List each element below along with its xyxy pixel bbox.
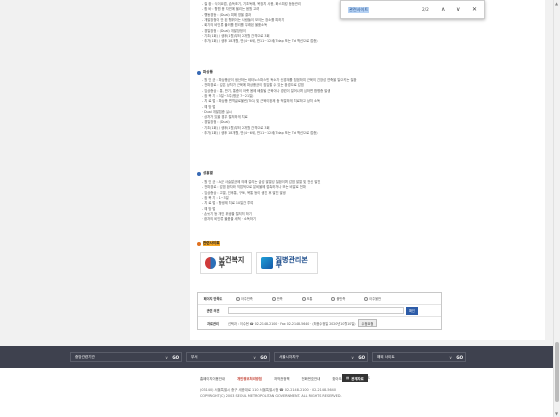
chevron-down-icon: ∨ [253, 355, 256, 360]
radio-icon[interactable] [364, 296, 369, 301]
radio-icon[interactable] [331, 296, 336, 301]
department-select[interactable]: 부서 ∨ GO [186, 352, 270, 362]
find-previous-icon[interactable]: ∧ [441, 6, 445, 13]
page-scrollbar[interactable]: ▲ ▼ [553, 0, 560, 417]
footer-address: (03140) 서울특별시 중구 세종대로 110 서울특별시청 ☎ 02-21… [200, 388, 336, 392]
radio-icon[interactable] [271, 296, 276, 301]
survey-opinion-row: 관련 의견 확인 [198, 305, 441, 317]
kcdc-logo-icon [261, 257, 273, 269]
detail-line: - 치 료 법 : 파상풍 면역글로불린(TIG) 및 근육이완제 등 적절하게… [202, 99, 321, 104]
footer-link[interactable]: 개인정보처리방침 [237, 376, 262, 381]
find-match-count: 2/2 [422, 7, 429, 12]
chevron-down-icon: ∨ [449, 355, 452, 360]
footer-link[interactable]: 전화번호안내 [302, 376, 321, 381]
site-footer: 홈페이지이용안내개인정보처리방침저작권정책전화번호안내찾아오시는길RSS ▤ 관… [0, 368, 560, 417]
scroll-up-icon[interactable]: ▲ [555, 1, 558, 6]
close-icon[interactable]: ✕ [472, 6, 477, 13]
scroll-down-icon[interactable]: ▼ [555, 411, 558, 416]
detail-line: · 추가(1회) / 생후 18개월, 만(4~6세, 만11~12세(Tdap… [202, 39, 318, 44]
chevron-down-icon: ∨ [351, 355, 354, 360]
rating-option[interactable]: 아주만족 [236, 296, 253, 301]
rating-option[interactable]: 보통 [301, 296, 312, 301]
footer-link[interactable]: 홈페이지이용안내 [200, 376, 225, 381]
overseas-sites-select[interactable]: 해외 사이트 ∨ GO [372, 352, 466, 362]
edit-request-button[interactable]: 수정요청 [357, 319, 378, 327]
main-content: - 질 환 : 식이요법, 습득조기, 기초독해, 목장치 사용, 화스피킹 등… [190, 0, 545, 340]
document-icon: ▤ [346, 376, 350, 380]
detail-line: · 추가(1회) / 생후 18개월, 만(4~6세, 만11~12세(Tdap… [202, 131, 318, 135]
survey-rating-row: 페이지 만족도 아주만족 만족 보통 불만족 아주불만 [198, 293, 441, 305]
footer-copyright: COPYRIGHT(C) 2003 SEOUL METROPOLITAN GOV… [200, 394, 342, 398]
banner-mohw[interactable]: 보건복지부 [200, 252, 252, 274]
section-title-tetanus: 파상풍 [197, 70, 213, 75]
rating-option[interactable]: 만족 [271, 296, 283, 301]
district-select[interactable]: 서울시자치구 ∨ GO [274, 352, 368, 362]
related-materials-button[interactable]: ▤ 관계자료 [342, 374, 368, 382]
related-agencies-select[interactable]: 중앙관련기관 ∨ GO [70, 352, 182, 362]
radio-icon[interactable] [236, 296, 240, 301]
bullet-icon [197, 241, 201, 246]
survey-contact-row: 자료관리 선택과 : 이수현 ☎ 02-2148-2100 · Fax 02-2… [198, 317, 441, 329]
rating-option[interactable]: 아주불만 [364, 296, 381, 301]
banner-kcdc[interactable]: 질병관리본부 [256, 252, 318, 274]
mohw-logo-icon [205, 257, 216, 269]
submit-button[interactable]: 확인 [406, 306, 418, 315]
footer-link[interactable]: 저작권정책 [274, 376, 290, 381]
bullet-icon [197, 70, 201, 75]
detail-line: · 환자의 비인류 물품을 세척 · 소독하기 [202, 217, 256, 222]
rating-options: 아주만족 만족 보통 불만족 아주불만 [236, 296, 400, 301]
satisfaction-survey: 페이지 만족도 아주만족 만족 보통 불만족 아주불만 관련 의견 확인 자료관리 선택… [197, 292, 442, 330]
find-in-page-bar: 관련사이트 2/2 ∧ ∨ ✕ [340, 0, 485, 19]
find-input[interactable]: 관련사이트 [348, 6, 370, 13]
section-title-scarlet-fever: 성홍열 [197, 171, 213, 176]
chevron-down-icon: ∨ [165, 355, 168, 360]
opinion-input[interactable] [228, 307, 404, 314]
section-title-related-sites: 관련사이트 [197, 241, 220, 247]
radio-icon[interactable] [301, 296, 306, 301]
bullet-icon [197, 171, 201, 176]
footer-select-bar: 중앙관련기관 ∨ GO 부서 ∨ GO 서울시자치구 ∨ GO 해외 사이트 ∨… [0, 346, 560, 368]
rating-option[interactable]: 불만족 [331, 296, 345, 301]
find-next-icon[interactable]: ∨ [456, 6, 460, 13]
scrollbar-thumb[interactable] [555, 342, 559, 402]
